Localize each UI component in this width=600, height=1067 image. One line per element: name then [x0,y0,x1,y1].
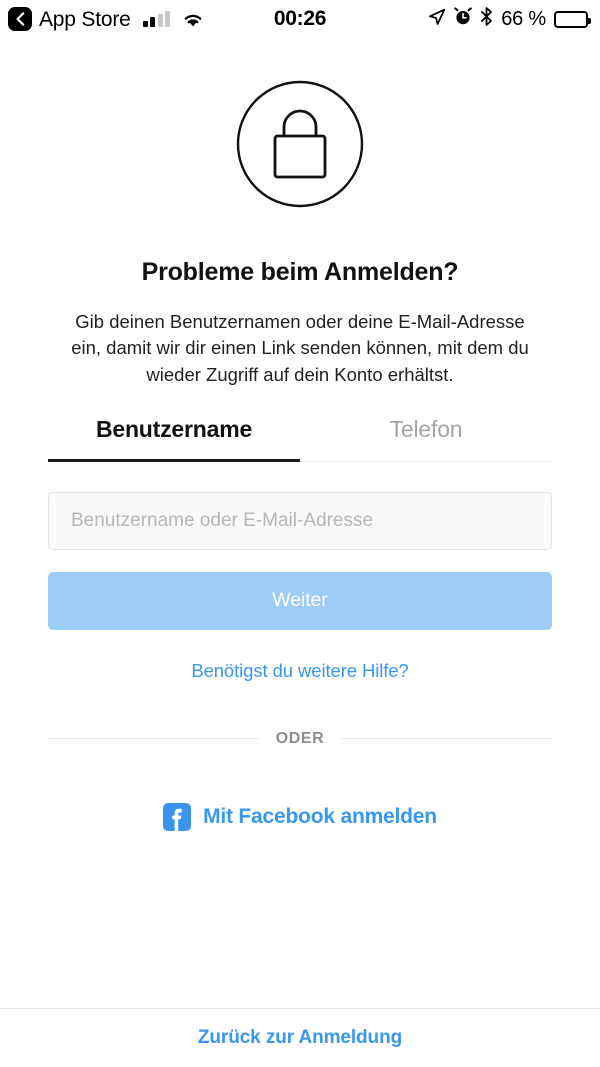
page-description: Gib deinen Benutzernamen oder deine E-Ma… [71,311,529,385]
wifi-icon [182,11,204,28]
username-or-email-input[interactable] [48,491,552,550]
bottom-bar: Zurück zur Anmeldung [0,1008,600,1067]
battery-icon [554,10,591,28]
back-to-app-store-label[interactable]: App Store [39,9,131,30]
divider-line-left [48,738,258,740]
or-divider: ODER [48,729,553,748]
page-title: Probleme beim Anmelden? [141,258,459,286]
divider-line-right [342,738,553,740]
status-bar-right: 66 % [428,7,591,31]
cellular-signal-icon [142,11,171,27]
bluetooth-icon [480,7,493,31]
alarm-clock-icon [454,7,473,31]
main-content: Probleme beim Anmelden? Gib deinen Benut… [0,38,600,1008]
submit-weiter-button[interactable]: Weiter [48,571,552,630]
divider-label: ODER [275,729,325,747]
status-bar-left: App Store [8,7,204,31]
app-screen: App Store 00:26 66 % Probleme beim Anmel… [0,0,600,1067]
lock-circle-icon [234,78,366,215]
battery-percent-label: 66 % [501,7,546,30]
facebook-login-label: Mit Facebook anmelden [203,804,437,828]
chevron-left-icon [15,12,26,26]
tab-benutzername[interactable]: Benutzername [48,416,300,462]
location-arrow-icon [428,8,446,31]
facebook-login-button[interactable]: Mit Facebook anmelden [163,802,437,831]
back-to-app-store-button[interactable] [8,7,32,31]
back-to-login-link[interactable]: Zurück zur Anmeldung [198,1027,402,1049]
status-bar: App Store 00:26 66 % [0,0,600,38]
tab-bar: Benutzername Telefon [48,416,552,462]
tab-telefon[interactable]: Telefon [300,416,552,462]
need-more-help-link[interactable]: Benötigst du weitere Hilfe? [191,660,408,682]
facebook-icon [163,802,192,831]
